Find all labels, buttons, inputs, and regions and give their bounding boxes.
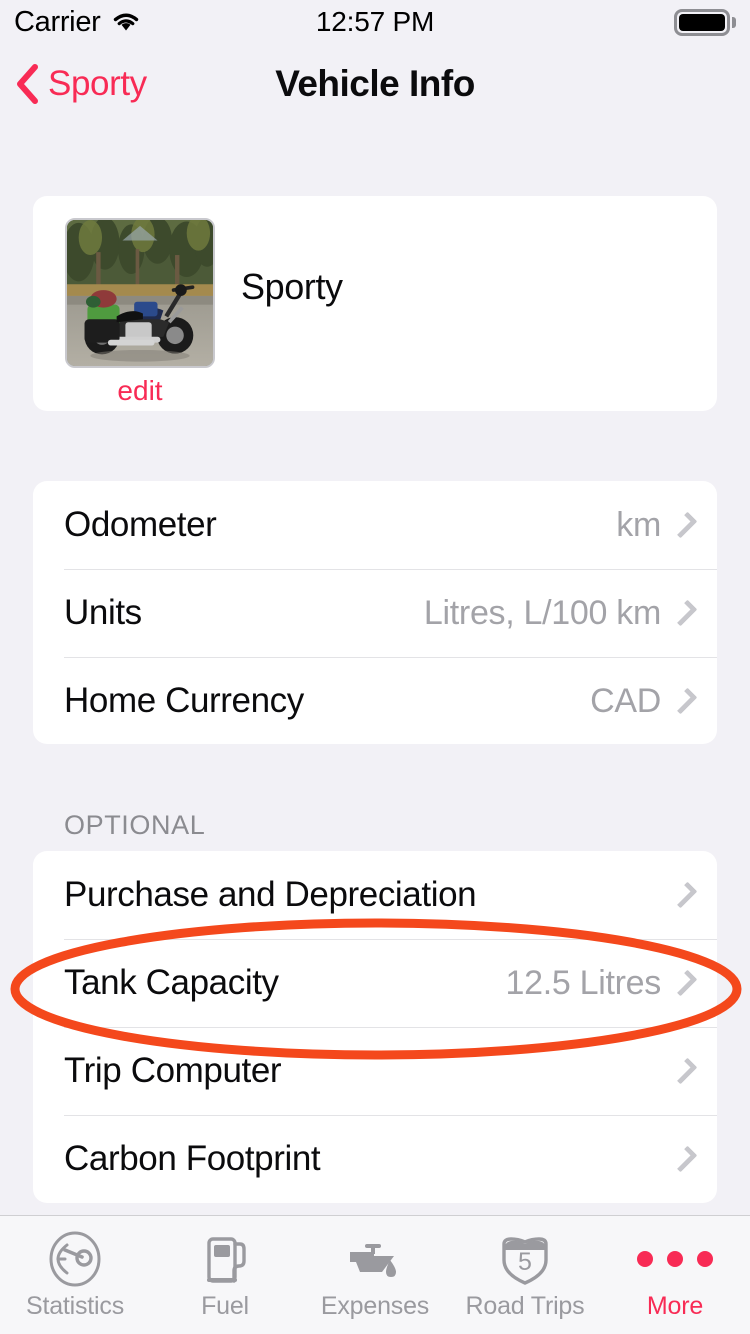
tab-label: Road Trips [465,1292,585,1320]
chevron-right-icon [670,511,698,539]
chevron-right-icon [670,599,698,627]
tab-more[interactable]: More [600,1230,750,1321]
row-label: Carbon Footprint [64,1139,321,1178]
optional-card: Purchase and Depreciation Tank Capacity … [33,851,717,1203]
status-bar-time: 12:57 PM [315,6,435,37]
status-bar-right [674,8,736,36]
row-trip-computer[interactable]: Trip Computer [33,1027,717,1115]
chevron-right-icon [670,1057,698,1085]
tab-label: Fuel [201,1292,249,1320]
row-value: km [616,505,661,544]
optional-section-header: OPTIONAL [64,810,206,840]
motorcycle-photo-art [67,220,213,366]
vehicle-name: Sporty [241,266,343,307]
row-value: 12.5 Litres [505,963,662,1002]
vehicle-row: edit Sporty [33,196,717,407]
row-tank-capacity[interactable]: Tank Capacity 12.5 Litres [33,939,717,1027]
units-card: Odometer km Units Litres, L/100 km Home … [33,481,717,744]
row-units[interactable]: Units Litres, L/100 km [33,569,717,657]
status-bar: Carrier 12:57 PM [0,0,750,44]
vehicle-photo-group[interactable]: edit [64,218,216,407]
row-purchase-and-depreciation[interactable]: Purchase and Depreciation [33,851,717,939]
tab-expenses[interactable]: Expenses [300,1230,450,1321]
page-title: Vehicle Info [275,63,475,104]
row-label: Odometer [64,505,217,544]
row-home-currency[interactable]: Home Currency CAD [33,657,717,744]
tab-label: More [646,1292,704,1320]
row-label: Purchase and Depreciation [64,875,477,914]
row-label: Home Currency [64,681,304,720]
ellipsis-icon [637,1230,713,1288]
row-label: Tank Capacity [64,963,279,1002]
chevron-right-icon [670,687,698,715]
chevron-right-icon [670,969,698,997]
tab-statistics[interactable]: Statistics [0,1230,150,1321]
tab-bar: Statistics Fuel Expenses 5 Road Trips Mo… [0,1215,750,1334]
fuel-pump-icon [196,1230,254,1288]
chevron-right-icon [670,881,698,909]
row-value: CAD [590,681,661,720]
row-odometer[interactable]: Odometer km [33,481,717,569]
navigation-bar: Sporty Vehicle Info [0,44,750,124]
row-carbon-footprint[interactable]: Carbon Footprint [33,1115,717,1203]
tab-label: Expenses [320,1292,430,1320]
edit-photo-link[interactable]: edit [117,375,162,407]
row-label: Units [64,593,142,632]
chevron-right-icon [670,1145,698,1173]
app-screen: Carrier 12:57 PM Sporty Vehicle Info edi… [0,0,750,1334]
vehicle-card: edit Sporty [33,196,717,411]
tab-road-trips[interactable]: 5 Road Trips [450,1230,600,1321]
oil-can-icon [344,1230,406,1288]
tab-label: Statistics [25,1292,125,1320]
highway-shield-icon: 5 [496,1230,554,1288]
speedometer-icon [46,1230,104,1288]
tab-fuel[interactable]: Fuel [150,1230,300,1321]
row-value: Litres, L/100 km [423,593,661,632]
shield-number: 5 [518,1248,532,1276]
battery-full-icon [674,8,730,36]
row-label: Trip Computer [64,1051,282,1090]
motorcycle-photo[interactable] [65,218,215,368]
